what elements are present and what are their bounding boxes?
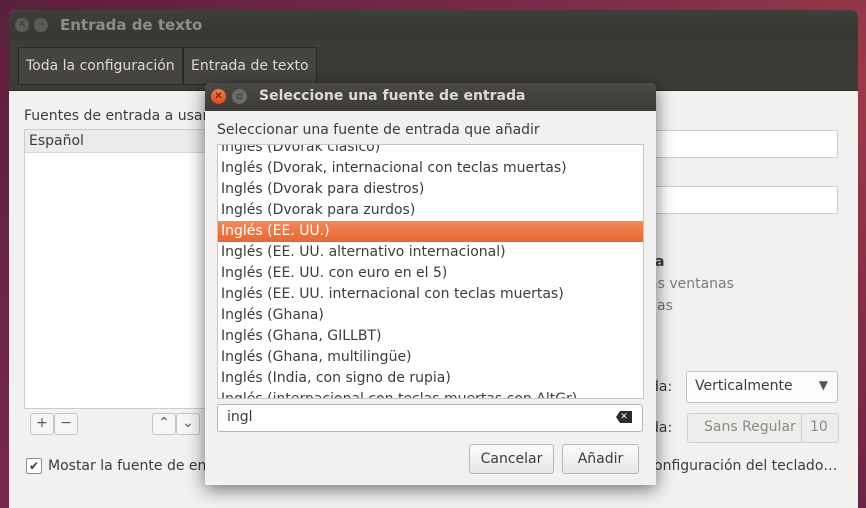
list-item[interactable]: Inglés (EE. UU. alternativo internaciona…: [218, 242, 643, 263]
add-button[interactable]: Añadir: [562, 444, 639, 474]
crumb-text-entry[interactable]: Entrada de texto: [183, 47, 317, 85]
list-item[interactable]: Inglés (Dvorak clásico): [218, 145, 643, 158]
list-item[interactable]: Inglés (Ghana, GILLBT): [218, 326, 643, 347]
font-name: Sans Regular: [704, 419, 796, 435]
minimize-icon[interactable]: −: [34, 18, 48, 32]
list-item[interactable]: Inglés (internacional con teclas muertas…: [218, 389, 643, 398]
shortcut-field-1[interactable]: [650, 130, 838, 158]
move-down-button[interactable]: ⌄: [176, 413, 200, 435]
settings-titlebar: ✕ − Entrada de texto: [9, 10, 858, 40]
font-size: 10: [810, 419, 828, 435]
search-value: ingl: [227, 409, 253, 425]
dialog-titlebar: ✕ ▫ Seleccione una fuente de entrada: [205, 83, 656, 111]
close-icon[interactable]: ✕: [211, 89, 226, 104]
search-input[interactable]: ingl ✕: [217, 404, 643, 432]
select-input-source-dialog: ✕ ▫ Seleccione una fuente de entrada Sel…: [205, 83, 656, 485]
dialog-prompt: Seleccionar una fuente de entrada que añ…: [217, 122, 540, 138]
show-source-row[interactable]: ✔ Mostar la fuente de ent: [26, 458, 212, 474]
show-source-label: Mostar la fuente de ent: [48, 458, 212, 474]
show-source-checkbox[interactable]: ✔: [26, 458, 42, 474]
option-text-partial: as ventanas: [649, 276, 734, 292]
clear-icon[interactable]: ✕: [616, 411, 632, 423]
sources-list[interactable]: Español: [24, 129, 212, 409]
close-icon[interactable]: ✕: [15, 18, 29, 32]
list-item[interactable]: Inglés (Ghana, multilingüe): [218, 347, 643, 368]
dialog-title: Seleccione una fuente de entrada: [259, 88, 526, 104]
list-item[interactable]: Inglés (Dvorak para zurdos): [218, 200, 643, 221]
keyboard-config-button[interactable]: onfiguración del teclado…: [654, 458, 837, 474]
layout-list[interactable]: Inglés (Dvorak clásico) Inglés (Dvorak, i…: [217, 144, 644, 399]
list-item[interactable]: Inglés (EE. UU.): [218, 221, 643, 242]
cancel-button[interactable]: Cancelar: [469, 444, 554, 474]
sources-label: Fuentes de entrada a usar:: [24, 108, 213, 124]
orientation-select[interactable]: Verticalmente ▼: [686, 371, 838, 403]
list-item[interactable]: Inglés (Dvorak para diestros): [218, 179, 643, 200]
window-title: Entrada de texto: [60, 16, 203, 34]
list-item[interactable]: Inglés (Ghana): [218, 305, 643, 326]
shortcut-field-2[interactable]: [650, 186, 838, 214]
divider: [801, 414, 802, 442]
move-up-button[interactable]: ⌃: [152, 413, 176, 435]
chevron-down-icon: ▼: [818, 378, 828, 392]
source-item[interactable]: Español: [25, 130, 211, 153]
list-item[interactable]: Inglés (Dvorak, internacional con teclas…: [218, 158, 643, 179]
font-button[interactable]: Sans Regular 10: [687, 413, 839, 443]
list-item[interactable]: Inglés (EE. UU. internacional con teclas…: [218, 284, 643, 305]
remove-source-button[interactable]: −: [54, 413, 78, 435]
minimize-icon[interactable]: ▫: [232, 89, 247, 104]
option-text-partial-2: as: [657, 298, 673, 314]
orientation-value: Verticalmente: [695, 378, 793, 394]
section-heading-partial: a: [655, 254, 665, 270]
crumb-all-settings[interactable]: Toda la configuración: [18, 47, 183, 85]
list-item[interactable]: Inglés (India, con signo de rupia): [218, 368, 643, 389]
list-item[interactable]: Inglés (EE. UU. con euro en el 5): [218, 263, 643, 284]
add-source-button[interactable]: +: [30, 413, 54, 435]
